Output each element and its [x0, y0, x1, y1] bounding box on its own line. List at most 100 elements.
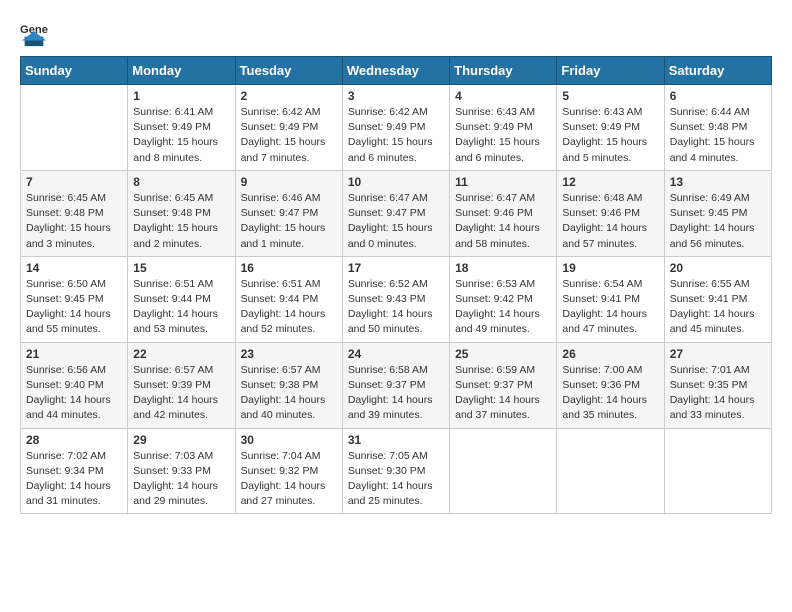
- logo-icon: General: [20, 20, 48, 48]
- calendar-header-friday: Friday: [557, 57, 664, 85]
- calendar-week-row: 14 Sunrise: 6:50 AMSunset: 9:45 PMDayligh…: [21, 256, 772, 342]
- day-info: Sunrise: 7:01 AMSunset: 9:35 PMDaylight:…: [670, 363, 766, 424]
- day-number: 5: [562, 89, 658, 103]
- calendar-cell: 23 Sunrise: 6:57 AMSunset: 9:38 PMDayligh…: [235, 342, 342, 428]
- calendar-cell: [664, 428, 771, 514]
- calendar-cell: 21Sunrise: 6:56 AMSunset: 9:40 PMDayligh…: [21, 342, 128, 428]
- day-number: 21: [26, 347, 122, 361]
- calendar-cell: 24 Sunrise: 6:58 AMSunset: 9:37 PMDayligh…: [342, 342, 449, 428]
- calendar-cell: 18 Sunrise: 6:53 AMSunset: 9:42 PMDayligh…: [450, 256, 557, 342]
- day-info: Sunrise: 7:04 AMSunset: 9:32 PMDaylight:…: [241, 449, 337, 510]
- calendar-cell: 30 Sunrise: 7:04 AMSunset: 9:32 PMDayligh…: [235, 428, 342, 514]
- day-info: Sunrise: 6:58 AMSunset: 9:37 PMDaylight:…: [348, 363, 444, 424]
- day-number: 8: [133, 175, 229, 189]
- calendar-week-row: 21Sunrise: 6:56 AMSunset: 9:40 PMDayligh…: [21, 342, 772, 428]
- day-info: Sunrise: 6:45 AMSunset: 9:48 PMDaylight:…: [26, 191, 122, 252]
- day-info: Sunrise: 7:03 AMSunset: 9:33 PMDaylight:…: [133, 449, 229, 510]
- calendar-cell: 5 Sunrise: 6:43 AMSunset: 9:49 PMDaylight…: [557, 85, 664, 171]
- calendar-body: 1 Sunrise: 6:41 AMSunset: 9:49 PMDaylight…: [21, 85, 772, 514]
- calendar-cell: 27 Sunrise: 7:01 AMSunset: 9:35 PMDayligh…: [664, 342, 771, 428]
- day-number: 7: [26, 175, 122, 189]
- calendar-cell: 22 Sunrise: 6:57 AMSunset: 9:39 PMDayligh…: [128, 342, 235, 428]
- day-number: 13: [670, 175, 766, 189]
- day-info: Sunrise: 7:05 AMSunset: 9:30 PMDaylight:…: [348, 449, 444, 510]
- calendar-cell: 14 Sunrise: 6:50 AMSunset: 9:45 PMDayligh…: [21, 256, 128, 342]
- day-info: Sunrise: 7:02 AMSunset: 9:34 PMDaylight:…: [26, 449, 122, 510]
- day-number: 10: [348, 175, 444, 189]
- day-number: 18: [455, 261, 551, 275]
- day-number: 2: [241, 89, 337, 103]
- header: General: [20, 20, 772, 48]
- day-info: Sunrise: 6:51 AMSunset: 9:44 PMDaylight:…: [133, 277, 229, 338]
- day-info: Sunrise: 6:45 AMSunset: 9:48 PMDaylight:…: [133, 191, 229, 252]
- calendar-cell: 6 Sunrise: 6:44 AMSunset: 9:48 PMDaylight…: [664, 85, 771, 171]
- day-number: 4: [455, 89, 551, 103]
- day-number: 24: [348, 347, 444, 361]
- calendar-header-tuesday: Tuesday: [235, 57, 342, 85]
- calendar-cell: 11Sunrise: 6:47 AMSunset: 9:46 PMDayligh…: [450, 170, 557, 256]
- calendar-cell: 2 Sunrise: 6:42 AMSunset: 9:49 PMDaylight…: [235, 85, 342, 171]
- day-number: 31: [348, 433, 444, 447]
- day-number: 9: [241, 175, 337, 189]
- calendar-cell: 31 Sunrise: 7:05 AMSunset: 9:30 PMDayligh…: [342, 428, 449, 514]
- calendar-header-row: SundayMondayTuesdayWednesdayThursdayFrid…: [21, 57, 772, 85]
- calendar-cell: 17Sunrise: 6:52 AMSunset: 9:43 PMDayligh…: [342, 256, 449, 342]
- day-info: Sunrise: 6:47 AMSunset: 9:46 PMDaylight:…: [455, 191, 551, 252]
- calendar-cell: [557, 428, 664, 514]
- day-info: Sunrise: 6:50 AMSunset: 9:45 PMDaylight:…: [26, 277, 122, 338]
- day-number: 3: [348, 89, 444, 103]
- day-info: Sunrise: 6:42 AMSunset: 9:49 PMDaylight:…: [241, 105, 337, 166]
- calendar-week-row: 7 Sunrise: 6:45 AMSunset: 9:48 PMDaylight…: [21, 170, 772, 256]
- day-info: Sunrise: 6:46 AMSunset: 9:47 PMDaylight:…: [241, 191, 337, 252]
- day-info: Sunrise: 7:00 AMSunset: 9:36 PMDaylight:…: [562, 363, 658, 424]
- calendar-cell: 8 Sunrise: 6:45 AMSunset: 9:48 PMDaylight…: [128, 170, 235, 256]
- calendar-table: SundayMondayTuesdayWednesdayThursdayFrid…: [20, 56, 772, 514]
- day-info: Sunrise: 6:42 AMSunset: 9:49 PMDaylight:…: [348, 105, 444, 166]
- day-info: Sunrise: 6:43 AMSunset: 9:49 PMDaylight:…: [455, 105, 551, 166]
- day-info: Sunrise: 6:57 AMSunset: 9:38 PMDaylight:…: [241, 363, 337, 424]
- day-number: 23: [241, 347, 337, 361]
- calendar-cell: 1 Sunrise: 6:41 AMSunset: 9:49 PMDaylight…: [128, 85, 235, 171]
- calendar-cell: 12Sunrise: 6:48 AMSunset: 9:46 PMDayligh…: [557, 170, 664, 256]
- day-number: 19: [562, 261, 658, 275]
- day-info: Sunrise: 6:49 AMSunset: 9:45 PMDaylight:…: [670, 191, 766, 252]
- day-info: Sunrise: 6:44 AMSunset: 9:48 PMDaylight:…: [670, 105, 766, 166]
- day-info: Sunrise: 6:48 AMSunset: 9:46 PMDaylight:…: [562, 191, 658, 252]
- day-info: Sunrise: 6:57 AMSunset: 9:39 PMDaylight:…: [133, 363, 229, 424]
- calendar-cell: [21, 85, 128, 171]
- calendar-header-monday: Monday: [128, 57, 235, 85]
- calendar-cell: 9 Sunrise: 6:46 AMSunset: 9:47 PMDaylight…: [235, 170, 342, 256]
- calendar-cell: 26 Sunrise: 7:00 AMSunset: 9:36 PMDayligh…: [557, 342, 664, 428]
- day-number: 26: [562, 347, 658, 361]
- day-number: 1: [133, 89, 229, 103]
- calendar-cell: 20Sunrise: 6:55 AMSunset: 9:41 PMDayligh…: [664, 256, 771, 342]
- calendar-cell: [450, 428, 557, 514]
- day-info: Sunrise: 6:51 AMSunset: 9:44 PMDaylight:…: [241, 277, 337, 338]
- calendar-cell: 13 Sunrise: 6:49 AMSunset: 9:45 PMDayligh…: [664, 170, 771, 256]
- day-info: Sunrise: 6:52 AMSunset: 9:43 PMDaylight:…: [348, 277, 444, 338]
- calendar-week-row: 28 Sunrise: 7:02 AMSunset: 9:34 PMDayligh…: [21, 428, 772, 514]
- calendar-cell: 4 Sunrise: 6:43 AMSunset: 9:49 PMDaylight…: [450, 85, 557, 171]
- day-info: Sunrise: 6:47 AMSunset: 9:47 PMDaylight:…: [348, 191, 444, 252]
- calendar-header-saturday: Saturday: [664, 57, 771, 85]
- day-number: 16: [241, 261, 337, 275]
- calendar-header-thursday: Thursday: [450, 57, 557, 85]
- calendar-cell: 25Sunrise: 6:59 AMSunset: 9:37 PMDayligh…: [450, 342, 557, 428]
- day-number: 6: [670, 89, 766, 103]
- day-number: 14: [26, 261, 122, 275]
- day-info: Sunrise: 6:43 AMSunset: 9:49 PMDaylight:…: [562, 105, 658, 166]
- day-number: 20: [670, 261, 766, 275]
- calendar-cell: 15Sunrise: 6:51 AMSunset: 9:44 PMDayligh…: [128, 256, 235, 342]
- day-info: Sunrise: 6:53 AMSunset: 9:42 PMDaylight:…: [455, 277, 551, 338]
- calendar-header-wednesday: Wednesday: [342, 57, 449, 85]
- day-number: 27: [670, 347, 766, 361]
- day-number: 28: [26, 433, 122, 447]
- day-number: 29: [133, 433, 229, 447]
- calendar-cell: 3 Sunrise: 6:42 AMSunset: 9:49 PMDaylight…: [342, 85, 449, 171]
- calendar-cell: 28 Sunrise: 7:02 AMSunset: 9:34 PMDayligh…: [21, 428, 128, 514]
- logo: General: [20, 20, 52, 48]
- day-number: 22: [133, 347, 229, 361]
- day-number: 30: [241, 433, 337, 447]
- day-info: Sunrise: 6:41 AMSunset: 9:49 PMDaylight:…: [133, 105, 229, 166]
- calendar-cell: 7 Sunrise: 6:45 AMSunset: 9:48 PMDaylight…: [21, 170, 128, 256]
